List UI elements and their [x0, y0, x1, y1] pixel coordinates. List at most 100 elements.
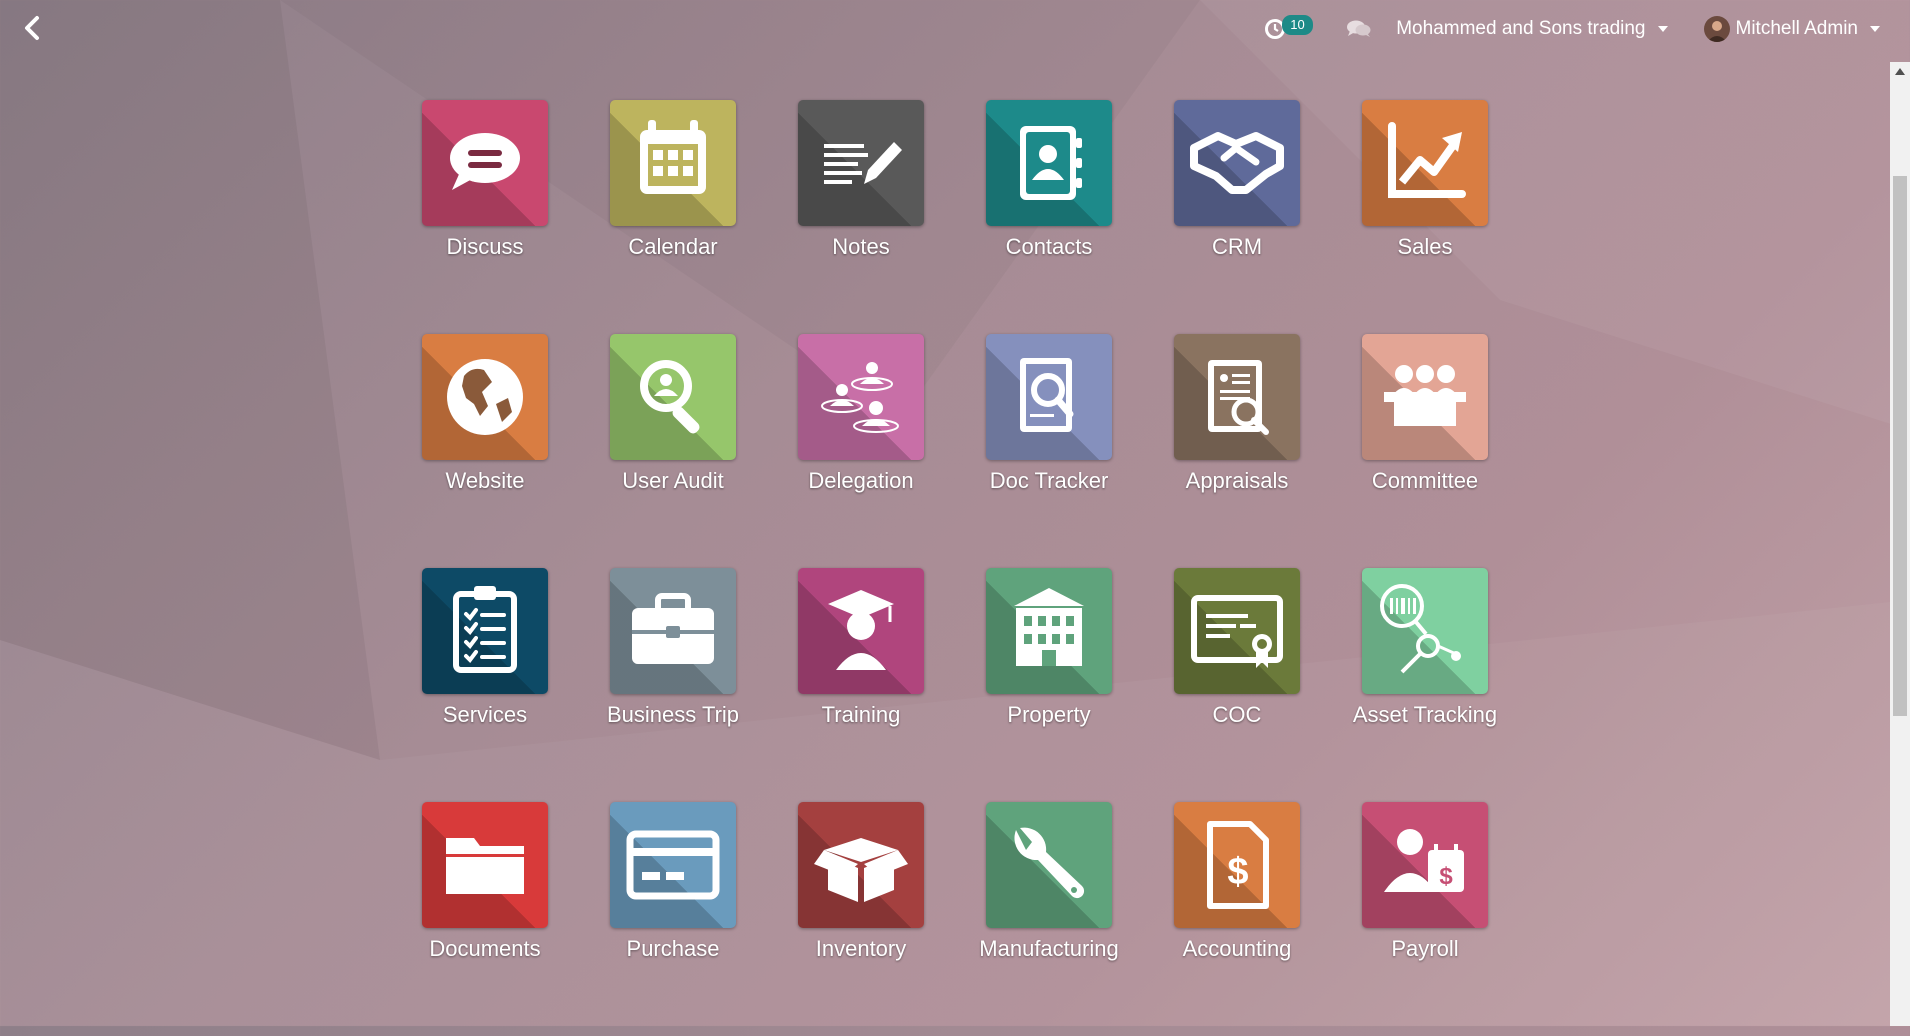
payroll-icon: $ [1384, 829, 1464, 892]
calendar-icon [640, 120, 706, 194]
app-tile[interactable] [798, 568, 924, 694]
folder-icon [446, 838, 524, 894]
app-payroll[interactable]: $ Payroll [1331, 802, 1519, 1036]
app-accounting[interactable]: $ Accounting [1143, 802, 1331, 1036]
app-tile[interactable] [1362, 568, 1488, 694]
chevron-left-icon [25, 16, 39, 40]
caret-down-icon [1657, 26, 1668, 32]
app-tile[interactable]: $ [1174, 802, 1300, 928]
app-appraisals[interactable]: Appraisals [1143, 334, 1331, 568]
app-tile[interactable] [422, 568, 548, 694]
app-tile[interactable] [986, 334, 1112, 460]
messaging-button[interactable] [1342, 12, 1376, 46]
app-purchase[interactable]: Purchase [579, 802, 767, 1036]
app-user-audit[interactable]: User Audit [579, 334, 767, 568]
app-manufacturing[interactable]: Manufacturing [955, 802, 1143, 1036]
app-tile[interactable] [610, 802, 736, 928]
app-asset-tracking[interactable]: Asset Tracking [1331, 568, 1519, 802]
briefcase-icon [632, 593, 714, 664]
wrench-icon [1014, 827, 1085, 899]
app-label: Inventory [815, 936, 907, 961]
graduate-icon [828, 590, 894, 670]
activity-count-badge: 10 [1282, 15, 1313, 35]
app-label: User Audit [622, 468, 724, 493]
app-sales[interactable]: Sales [1331, 100, 1519, 334]
app-notes[interactable]: Notes [767, 100, 955, 334]
app-tile[interactable] [798, 802, 924, 928]
app-doc-tracker[interactable]: Doc Tracker [955, 334, 1143, 568]
app-training[interactable]: Training [767, 568, 955, 802]
user-search-icon [640, 360, 700, 434]
app-tile[interactable] [986, 568, 1112, 694]
box-icon [814, 838, 908, 902]
back-button[interactable] [14, 10, 50, 46]
app-tile[interactable] [986, 802, 1112, 928]
app-tile[interactable] [798, 100, 924, 226]
committee-table-icon [1384, 365, 1466, 426]
app-tile[interactable] [422, 100, 548, 226]
app-contacts[interactable]: Contacts [955, 100, 1143, 334]
scrollbar[interactable] [1890, 62, 1910, 1026]
user-menu[interactable]: Mitchell Admin [1703, 16, 1880, 42]
top-bar: 10 Mohammed and Sons trading Mitchell Ad… [0, 0, 1910, 58]
app-tile[interactable] [1174, 334, 1300, 460]
app-tile[interactable] [1362, 334, 1488, 460]
chat-bubble-icon [450, 133, 520, 190]
app-label: Calendar [628, 234, 718, 259]
app-label: COC [1212, 702, 1262, 727]
globe-icon [447, 359, 523, 435]
app-tile[interactable]: $ [1362, 802, 1488, 928]
company-switcher[interactable]: Mohammed and Sons trading [1396, 18, 1668, 40]
appraisal-report-icon [1208, 360, 1269, 435]
scroll-up-arrow-icon[interactable] [1895, 68, 1905, 75]
app-tile[interactable] [1362, 100, 1488, 226]
app-label: Doc Tracker [989, 468, 1109, 493]
app-tile[interactable] [1174, 100, 1300, 226]
app-label: Services [442, 702, 528, 727]
app-label: Purchase [626, 936, 720, 961]
certificate-icon [1191, 595, 1283, 668]
app-label: Appraisals [1185, 468, 1289, 493]
app-tile[interactable] [422, 802, 548, 928]
app-property[interactable]: Property [955, 568, 1143, 802]
app-tile[interactable] [986, 100, 1112, 226]
app-services[interactable]: Services [391, 568, 579, 802]
app-label: Property [1007, 702, 1091, 727]
building-icon [1014, 588, 1084, 666]
company-name: Mohammed and Sons trading [1396, 18, 1646, 39]
app-label: Website [445, 468, 525, 493]
app-tile[interactable] [610, 568, 736, 694]
app-tile[interactable] [422, 334, 548, 460]
app-label: Accounting [1182, 936, 1292, 961]
barcode-tracking-icon [1380, 584, 1461, 674]
app-discuss[interactable]: Discuss [391, 100, 579, 334]
scrollbar-thumb[interactable] [1893, 176, 1907, 716]
app-business-trip[interactable]: Business Trip [579, 568, 767, 802]
app-inventory[interactable]: Inventory [767, 802, 955, 1036]
app-crm[interactable]: CRM [1143, 100, 1331, 334]
app-coc[interactable]: COC [1143, 568, 1331, 802]
checklist-clipboard-icon [453, 586, 517, 673]
app-label: Manufacturing [979, 936, 1119, 961]
notes-pencil-icon [824, 142, 902, 184]
app-tile[interactable] [610, 334, 736, 460]
app-tile[interactable] [610, 100, 736, 226]
user-name: Mitchell Admin [1735, 18, 1859, 39]
trend-chart-icon [1388, 122, 1466, 198]
invoice-dollar-icon: $ [1207, 821, 1269, 909]
app-label: Committee [1371, 468, 1479, 493]
app-label: Notes [832, 234, 890, 259]
app-label: Contacts [1005, 234, 1093, 259]
app-calendar[interactable]: Calendar [579, 100, 767, 334]
app-delegation[interactable]: Delegation [767, 334, 955, 568]
app-tile[interactable] [1174, 568, 1300, 694]
app-label: Discuss [446, 234, 524, 259]
credit-card-icon [626, 830, 720, 900]
app-tile[interactable] [798, 334, 924, 460]
app-website[interactable]: Website [391, 334, 579, 568]
activity-button[interactable]: 10 [1258, 12, 1313, 46]
app-committee[interactable]: Committee [1331, 334, 1519, 568]
address-book-icon [1020, 126, 1082, 200]
app-label: Asset Tracking [1352, 702, 1498, 727]
app-documents[interactable]: Documents [391, 802, 579, 1036]
